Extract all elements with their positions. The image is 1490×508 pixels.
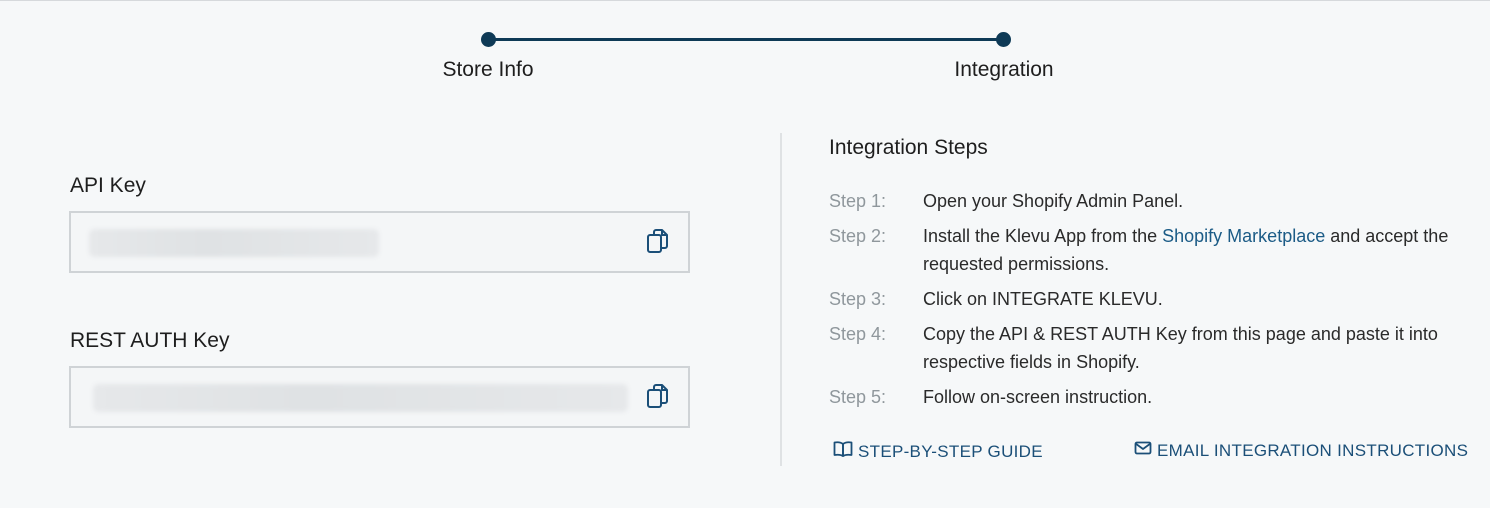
api-key-field[interactable]: [69, 211, 690, 273]
shopify-marketplace-link[interactable]: Shopify Marketplace: [1162, 226, 1325, 246]
step-text-part: Install the Klevu App from the: [923, 226, 1163, 246]
stepper-track: [488, 38, 1004, 41]
copy-icon[interactable]: [645, 382, 671, 410]
rest-auth-key-label: REST AUTH Key: [70, 329, 230, 352]
step-by-step-guide-label: STEP-BY-STEP GUIDE: [858, 441, 1043, 461]
step-text: Install the Klevu App from the Shopify M…: [923, 222, 1453, 278]
rest-auth-key-field[interactable]: [69, 366, 690, 428]
step-text: Open your Shopify Admin Panel.: [923, 191, 1184, 211]
panel-divider: [780, 133, 782, 466]
rest-auth-key-masked-value: [93, 384, 628, 412]
step-number: Step 3:: [829, 289, 887, 309]
step-number: Step 2:: [829, 226, 887, 246]
step-text: Click on INTEGRATE KLEVU.: [923, 289, 1163, 309]
step-number: Step 5:: [829, 387, 887, 407]
email-integration-instructions-label: EMAIL INTEGRATION INSTRUCTIONS: [1157, 440, 1469, 460]
integration-steps-title: Integration Steps: [829, 136, 988, 159]
copy-icon[interactable]: [645, 227, 671, 255]
api-key-masked-value: [89, 229, 379, 257]
step-number: Step 1:: [829, 191, 887, 211]
mail-icon: [1134, 440, 1157, 461]
step-dot-integration: [996, 32, 1011, 47]
book-icon: [833, 440, 858, 463]
step-text: Copy the API & REST AUTH Key from this p…: [923, 324, 1438, 372]
progress-stepper: Store Info Integration: [0, 0, 1490, 100]
email-integration-instructions-link[interactable]: EMAIL INTEGRATION INSTRUCTIONS: [1134, 440, 1468, 461]
step-label-integration[interactable]: Integration: [954, 58, 1053, 82]
step-number: Step 4:: [829, 324, 887, 344]
api-key-label: API Key: [70, 174, 146, 197]
step-by-step-guide-link[interactable]: STEP-BY-STEP GUIDE: [833, 440, 1043, 463]
step-label-store-info[interactable]: Store Info: [442, 58, 533, 82]
step-dot-store-info: [481, 32, 496, 47]
step-text: Follow on-screen instruction.: [923, 387, 1153, 407]
